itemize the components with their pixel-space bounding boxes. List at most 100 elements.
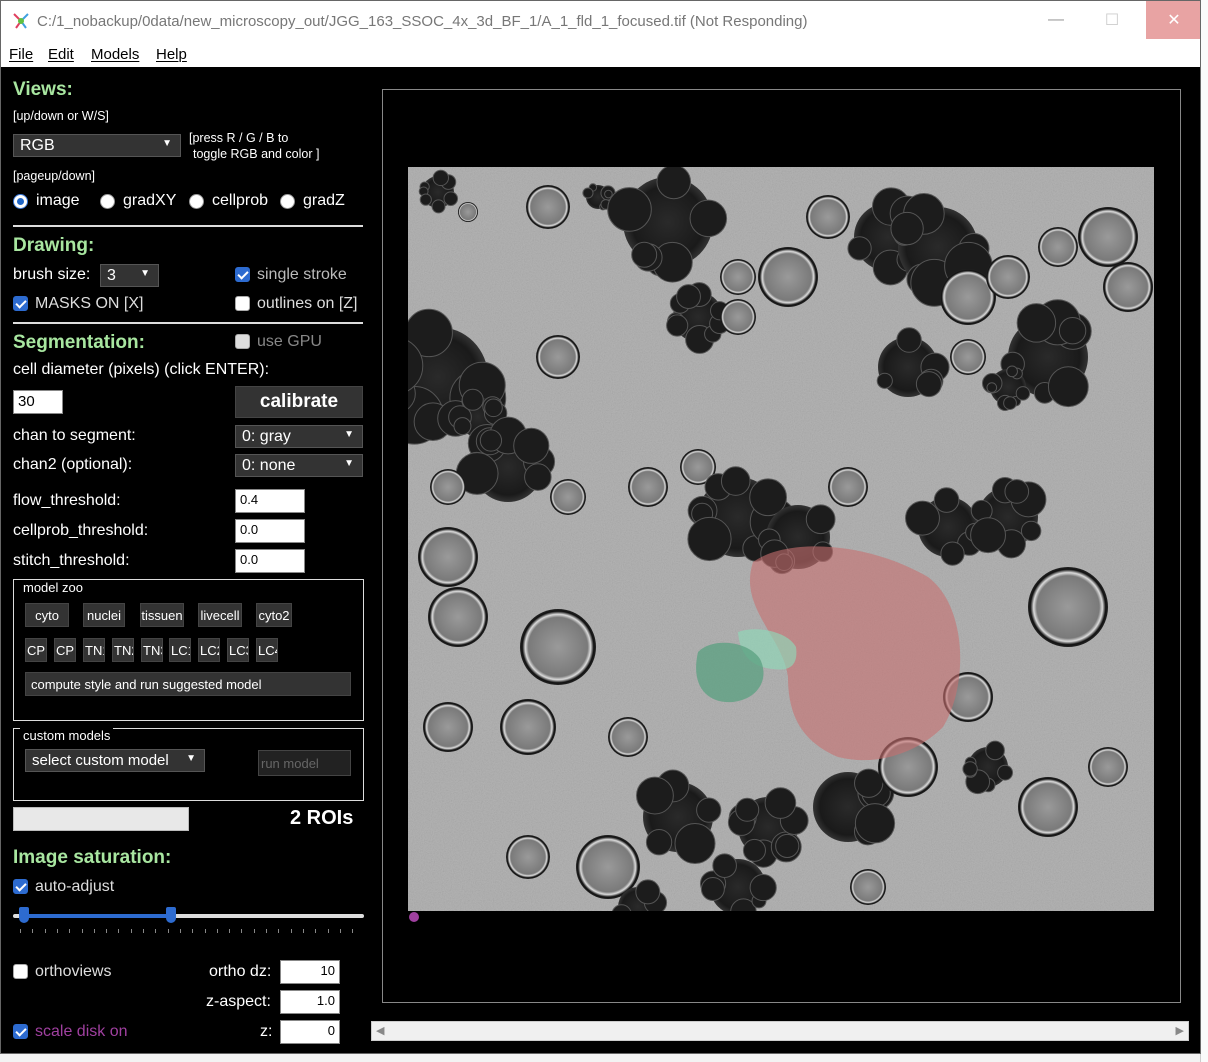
- cell-bud: [775, 833, 800, 859]
- cellprob-threshold-input[interactable]: 0.0: [235, 519, 305, 543]
- cell-body: [506, 835, 550, 879]
- use-gpu-checkbox[interactable]: [235, 334, 250, 349]
- outlines-on-checkbox[interactable]: [235, 296, 250, 311]
- z-input[interactable]: 0: [280, 1020, 340, 1044]
- model-cyto2-button[interactable]: cyto2: [256, 603, 292, 627]
- scroll-right-icon[interactable]: ▶: [1176, 1024, 1184, 1037]
- view-dropdown[interactable]: RGB ▼: [13, 134, 181, 157]
- cell-body: [1018, 777, 1078, 837]
- model-cyto-button[interactable]: cyto: [25, 603, 69, 627]
- radio-gradz[interactable]: [280, 194, 295, 209]
- radio-cellprob[interactable]: [189, 194, 204, 209]
- chevron-down-icon: ▼: [344, 458, 354, 469]
- menu-edit[interactable]: Edit: [48, 46, 74, 63]
- cell-body: [628, 467, 668, 507]
- pageup-hint: [pageup/down]: [13, 169, 96, 183]
- ortho-dz-input[interactable]: 10: [280, 960, 340, 984]
- brush-size-dropdown[interactable]: 3 ▼: [100, 264, 159, 287]
- cell-bud: [970, 517, 1006, 554]
- cell-body: [430, 469, 466, 505]
- auto-adjust-checkbox[interactable]: [13, 879, 28, 894]
- radio-cellprob-label: cellprob: [212, 192, 269, 209]
- cell-bud: [524, 463, 552, 491]
- cell-bud: [933, 487, 960, 513]
- slider-tick: [93, 929, 95, 933]
- close-icon: ✕: [1167, 12, 1181, 29]
- cell-body: [1088, 747, 1128, 787]
- cellpose-window: C:/1_nobackup/0data/new_microscopy_out/J…: [0, 0, 1201, 1054]
- calibrate-button[interactable]: calibrate: [235, 386, 363, 418]
- model-lc2-button[interactable]: LC2: [198, 638, 220, 662]
- cell-bud: [419, 193, 432, 206]
- outlines-on-label: outlines on [Z]: [257, 295, 358, 312]
- scale-disk-checkbox[interactable]: [13, 1024, 28, 1039]
- cell-bud: [656, 167, 692, 200]
- cell-bud: [1020, 520, 1042, 542]
- chevron-down-icon: ▼: [186, 753, 196, 764]
- stitch-threshold-input[interactable]: 0.0: [235, 549, 305, 573]
- z-aspect-input[interactable]: 1.0: [280, 990, 340, 1014]
- cell-bud: [742, 838, 766, 862]
- control-panel: Views: [up/down or W/S] RGB ▼ [press R /…: [1, 67, 373, 1053]
- orthoviews-checkbox[interactable]: [13, 964, 28, 979]
- diameter-input[interactable]: 30: [13, 390, 63, 414]
- model-lc1-button[interactable]: LC1: [169, 638, 191, 662]
- menu-models[interactable]: Models: [91, 46, 139, 63]
- cell-bud: [700, 877, 725, 902]
- model-tn1-button[interactable]: TN1: [83, 638, 105, 662]
- cell-bud: [687, 516, 732, 562]
- cell-bud: [674, 822, 716, 865]
- model-livecell-button[interactable]: livecell: [198, 603, 242, 627]
- rgb-hint-line1: [press R / G / B to: [189, 131, 289, 145]
- suggest-model-button[interactable]: compute style and run suggested model: [25, 672, 351, 696]
- model-lc3-button[interactable]: LC3: [227, 638, 249, 662]
- slider-tick: [241, 929, 243, 933]
- single-stroke-checkbox[interactable]: [235, 267, 250, 282]
- radio-image-label: image: [36, 192, 80, 209]
- slider-tick: [81, 929, 83, 933]
- cell-bud: [696, 797, 722, 823]
- run-model-button[interactable]: run model: [258, 750, 351, 776]
- slider-tick: [290, 929, 292, 933]
- maximize-button[interactable]: ☐: [1089, 1, 1135, 39]
- background-window: [1200, 0, 1208, 1062]
- cell-bud: [985, 740, 1005, 761]
- model-lc4-button[interactable]: LC4: [256, 638, 278, 662]
- model-cp-button[interactable]: CP: [25, 638, 47, 662]
- model-cpx-button[interactable]: CP:: [54, 638, 76, 662]
- masks-on-checkbox[interactable]: [13, 296, 28, 311]
- minimize-button[interactable]: —: [1033, 1, 1079, 39]
- model-tissuenet-button[interactable]: tissuen: [140, 603, 184, 627]
- saturation-slider[interactable]: [13, 905, 364, 935]
- horizontal-scrollbar[interactable]: ◀ ▶: [371, 1021, 1189, 1041]
- flow-threshold-input[interactable]: 0.4: [235, 489, 305, 513]
- chan2-dropdown[interactable]: 0: none ▼: [235, 454, 363, 477]
- cellprob-threshold-label: cellprob_threshold:: [13, 522, 149, 539]
- model-tn2-button[interactable]: TN2: [112, 638, 134, 662]
- cell-body: [1028, 567, 1108, 647]
- title-bar[interactable]: C:/1_nobackup/0data/new_microscopy_out/J…: [1, 1, 1200, 41]
- window-title: C:/1_nobackup/0data/new_microscopy_out/J…: [37, 13, 808, 30]
- cell-bud: [854, 768, 884, 798]
- scale-disk: [409, 912, 419, 922]
- scroll-left-icon[interactable]: ◀: [376, 1024, 384, 1037]
- radio-image[interactable]: [13, 194, 28, 209]
- model-tn3-button[interactable]: TN3: [141, 638, 163, 662]
- slider-tick: [179, 929, 181, 933]
- custom-model-dropdown[interactable]: select custom model ▼: [25, 749, 205, 772]
- menu-file[interactable]: File: [9, 46, 33, 63]
- microscopy-image[interactable]: [408, 167, 1154, 911]
- model-nuclei-button[interactable]: nuclei: [83, 603, 125, 627]
- chan-dropdown[interactable]: 0: gray ▼: [235, 425, 363, 448]
- slider-handle-low[interactable]: [18, 907, 29, 923]
- slider-handle-high[interactable]: [165, 907, 176, 923]
- radio-gradxy[interactable]: [100, 194, 115, 209]
- menu-help[interactable]: Help: [156, 46, 187, 63]
- close-button[interactable]: ✕: [1146, 1, 1200, 39]
- custom-models-title: custom models: [20, 728, 114, 743]
- drawing-header: Drawing:: [13, 235, 95, 256]
- slider-tick: [229, 929, 231, 933]
- single-stroke-label: single stroke: [257, 266, 347, 283]
- segmentation-header: Segmentation:: [13, 332, 145, 353]
- cell-bud: [453, 417, 472, 436]
